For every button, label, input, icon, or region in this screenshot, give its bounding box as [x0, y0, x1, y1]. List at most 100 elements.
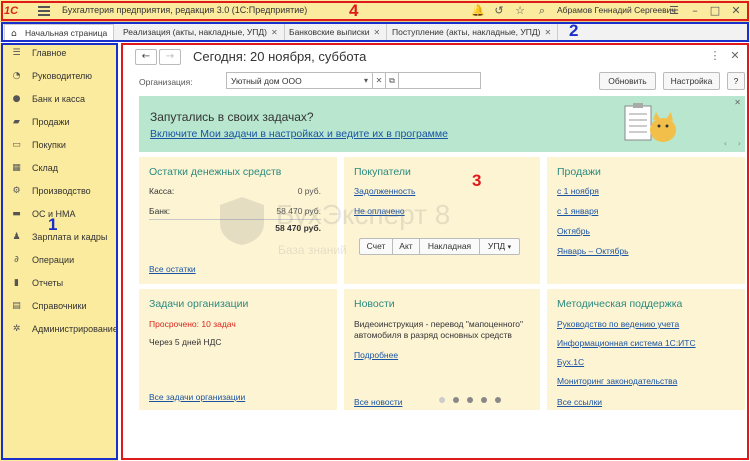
act-button[interactable]: Акт [393, 238, 420, 255]
upd-label: УПД [487, 241, 506, 251]
support-link-monitoring[interactable]: Мониторинг законодательства [557, 376, 677, 386]
support-link-its[interactable]: Информационная система 1С:ИТС [557, 338, 696, 348]
org-tasks-card: Задачи организации Просрочено: 10 задач … [139, 289, 337, 410]
sales-link-jan-oct[interactable]: Январь – Октябрь [557, 246, 629, 256]
org-field[interactable]: Уютный дом ООО [226, 72, 481, 89]
help-button[interactable]: ? [727, 72, 745, 90]
close-tab-icon[interactable]: ✕ [544, 28, 551, 37]
tab-label: Поступление (акты, накладные, УПД) [392, 27, 541, 37]
close-tab-icon[interactable]: ✕ [271, 28, 278, 37]
org-clear-icon[interactable]: ✕ [373, 72, 386, 89]
banner-link[interactable]: Включите Мои задачи в настройках и ведит… [150, 128, 448, 140]
close-page-icon[interactable]: ✕ [729, 50, 741, 64]
annotation-label-2: 2 [569, 21, 579, 40]
settings-button[interactable]: Настройка [663, 72, 720, 90]
tab-sales-docs[interactable]: Реализация (акты, накладные, УПД) ✕ [117, 24, 285, 42]
sales-card: Продажи с 1 ноября с 1 января Октябрь Ян… [547, 157, 745, 284]
search-icon[interactable]: ⌕ [535, 4, 549, 18]
tab-label: Банковские выписки [289, 27, 370, 37]
tab-bank-statements[interactable]: Банковские выписки ✕ [283, 24, 388, 42]
tab-label: Начальная страница [25, 28, 108, 38]
card-title: Покупатели [354, 166, 411, 178]
debt-link[interactable]: Задолженность [354, 186, 415, 196]
org-dropdown-icon[interactable]: ▾ [360, 72, 373, 89]
org-value: Уютный дом ООО [231, 76, 302, 86]
pager-dot[interactable] [453, 397, 459, 403]
org-open-icon[interactable]: ⧉ [386, 72, 399, 89]
operations-icon: ∂ [14, 255, 19, 265]
card-title: Новости [354, 298, 395, 310]
news-card: Новости Видеоинструкция - перевод "мапоц… [344, 289, 540, 410]
cash-label: Касса: [149, 186, 175, 196]
bag-icon: ▰ [13, 117, 20, 127]
tab-home[interactable]: ⌂ Начальная страница [4, 24, 115, 42]
close-tab-icon[interactable]: ✕ [373, 28, 380, 37]
support-card: Методическая поддержка Руководство по ве… [547, 289, 745, 410]
overdue-text[interactable]: Просрочено: 10 задач [149, 319, 236, 329]
history-icon[interactable]: ↺ [492, 4, 506, 18]
banner-next-icon[interactable]: › [738, 139, 741, 148]
cash-value: 0 руб. [297, 186, 321, 196]
all-links-link[interactable]: Все ссылки [557, 397, 602, 407]
more-icon[interactable]: ⋮ [709, 50, 721, 64]
user-name[interactable]: Абрамов Геннадий Сергеевич [557, 5, 676, 15]
all-news-link[interactable]: Все новости [354, 397, 402, 407]
tab-label: Реализация (акты, накладные, УПД) [123, 27, 267, 37]
pager-dot[interactable] [481, 397, 487, 403]
factory-icon: ⚙ [12, 186, 21, 196]
banner-prev-icon[interactable]: ‹ [724, 139, 727, 148]
sales-link-oct[interactable]: Октябрь [557, 226, 590, 236]
bell-icon[interactable]: 🔔 [471, 4, 485, 18]
star-icon[interactable]: ☆ [513, 4, 527, 18]
home-page: ← → Сегодня: 20 ноября, суббота ⋮ ✕ Орга… [121, 43, 750, 461]
maximize-icon[interactable]: □ [708, 4, 722, 18]
menu-icon: ☰ [12, 48, 21, 58]
refresh-button[interactable]: Обновить [599, 72, 656, 90]
support-link-guide[interactable]: Руководство по ведению учета [557, 319, 679, 329]
pager-dot[interactable] [495, 397, 501, 403]
news-text-line1: Видеоинструкция - перевод "мапоценного" [354, 319, 524, 329]
tasks-banner: Запутались в своих задачах? Включите Мои… [139, 96, 745, 152]
banner-title: Запутались в своих задачах? [150, 110, 314, 124]
upd-button[interactable]: УПД ▾ [480, 238, 520, 255]
card-title: Продажи [557, 166, 601, 178]
settings-menu-icon[interactable]: ☰ [667, 4, 681, 18]
main-menu-icon[interactable] [38, 6, 50, 16]
title-bar: 1С Бухгалтерия предприятия, редакция 3.0… [0, 0, 750, 22]
all-tasks-link[interactable]: Все задачи организации [149, 392, 245, 402]
basket-icon: ▭ [12, 140, 21, 150]
unpaid-link[interactable]: Не оплачено [354, 206, 405, 216]
forward-button[interactable]: → [159, 49, 181, 65]
all-balances-link[interactable]: Все остатки [149, 264, 196, 274]
card-title: Остатки денежных средств [149, 166, 282, 178]
sales-link-nov[interactable]: с 1 ноября [557, 186, 599, 196]
back-button[interactable]: ← [135, 49, 157, 65]
app-title: Бухгалтерия предприятия, редакция 3.0 (1… [62, 5, 308, 15]
news-more-link[interactable]: Подробнее [354, 350, 398, 360]
chevron-down-icon: ▾ [507, 243, 512, 251]
report-icon: ▮ [14, 278, 19, 288]
total-value: 58 470 руб. [275, 223, 321, 233]
news-pager[interactable] [439, 397, 509, 403]
annotation-label-4: 4 [349, 1, 359, 20]
close-window-icon[interactable]: ✕ [729, 4, 743, 18]
page-title: Сегодня: 20 ноября, суббота [193, 49, 367, 64]
open-windows-bar: ⌂ Начальная страница Реализация (акты, на… [0, 22, 750, 42]
divider [149, 219, 321, 220]
banner-close-icon[interactable]: ✕ [734, 98, 741, 107]
card-title: Задачи организации [149, 298, 249, 310]
invoice-button[interactable]: Счет [359, 238, 393, 255]
annotation-label-1: 1 [48, 215, 58, 234]
minimize-icon[interactable]: – [688, 4, 702, 18]
buyers-card: Покупатели Задолженность Не оплачено Сче… [344, 157, 540, 284]
pager-dot[interactable] [439, 397, 445, 403]
sales-link-jan[interactable]: с 1 января [557, 206, 598, 216]
waybill-button[interactable]: Накладная [420, 238, 480, 255]
annotation-label-3: 3 [472, 171, 482, 190]
support-link-buh[interactable]: Бух.1С [557, 357, 584, 367]
pager-dot[interactable] [467, 397, 473, 403]
warehouse-icon: ▦ [12, 163, 21, 173]
person-icon: ♟ [12, 232, 21, 242]
tab-purchase-docs[interactable]: Поступление (акты, накладные, УПД) ✕ [386, 24, 559, 42]
gear-icon: ✲ [12, 324, 21, 334]
